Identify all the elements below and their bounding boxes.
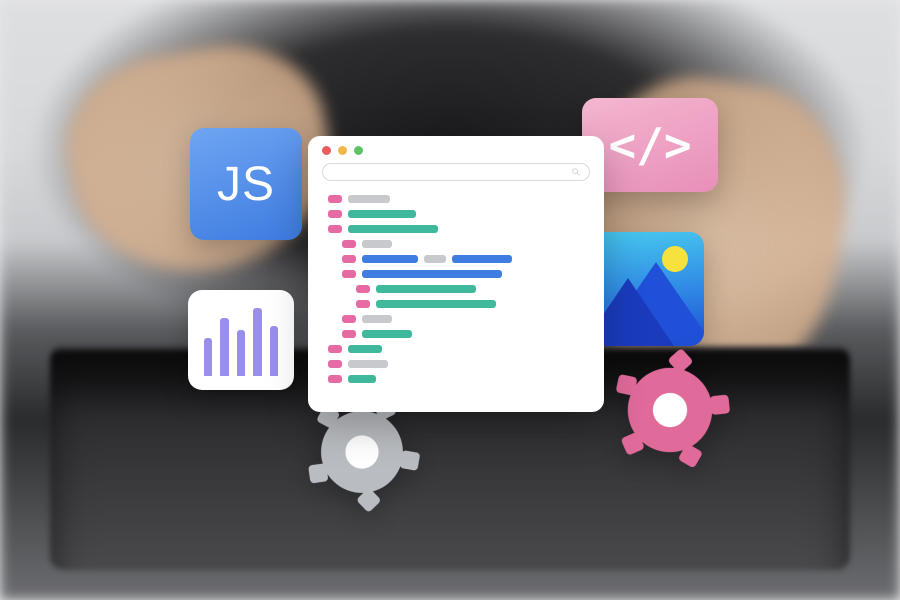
- minimize-dot: [338, 146, 347, 155]
- code-token: [328, 375, 342, 383]
- code-token: [356, 300, 370, 308]
- code-line: [328, 345, 584, 353]
- code-line: [342, 240, 584, 248]
- code-token: [342, 240, 356, 248]
- code-line: [356, 300, 584, 308]
- code-token: [328, 360, 342, 368]
- code-line: [342, 270, 584, 278]
- code-token: [348, 195, 390, 203]
- code-label: </>: [608, 118, 691, 172]
- window-controls: [322, 146, 590, 155]
- code-token: [348, 210, 416, 218]
- code-token: [342, 315, 356, 323]
- javascript-label: JS: [217, 157, 275, 212]
- code-token: [362, 315, 392, 323]
- close-dot: [322, 146, 331, 155]
- search-icon: [571, 167, 581, 177]
- code-token: [356, 285, 370, 293]
- address-bar: [322, 163, 590, 181]
- code-token: [328, 210, 342, 218]
- code-token: [452, 255, 512, 263]
- code-token: [348, 360, 388, 368]
- bar-chart-tile: [188, 290, 294, 390]
- code-token: [376, 300, 496, 308]
- chart-bar: [237, 330, 245, 376]
- picture-tile: [590, 232, 704, 346]
- code-token: [328, 225, 342, 233]
- code-token: [342, 255, 356, 263]
- code-token: [342, 270, 356, 278]
- code-line: [342, 330, 584, 338]
- code-line: [328, 225, 584, 233]
- code-editor-window: [308, 136, 604, 412]
- chart-bar: [204, 338, 212, 376]
- code-token: [362, 330, 412, 338]
- code-token: [348, 345, 382, 353]
- code-line: [328, 210, 584, 218]
- code-line: [342, 315, 584, 323]
- code-line: [356, 285, 584, 293]
- code-token: [328, 195, 342, 203]
- gear-icon: [597, 337, 742, 482]
- code-token: [362, 270, 502, 278]
- code-token: [424, 255, 446, 263]
- code-line: [328, 375, 584, 383]
- code-token: [342, 330, 356, 338]
- code-token: [348, 225, 438, 233]
- zoom-dot: [354, 146, 363, 155]
- chart-bar: [270, 326, 278, 376]
- code-token: [328, 345, 342, 353]
- code-content: [322, 193, 590, 392]
- code-line: [342, 255, 584, 263]
- chart-bar: [253, 308, 261, 376]
- code-line: [328, 195, 584, 203]
- code-token: [362, 240, 392, 248]
- javascript-tile: JS: [190, 128, 302, 240]
- code-token: [376, 285, 476, 293]
- code-line: [328, 360, 584, 368]
- code-token: [348, 375, 376, 383]
- chart-bar: [220, 318, 228, 376]
- code-token: [362, 255, 418, 263]
